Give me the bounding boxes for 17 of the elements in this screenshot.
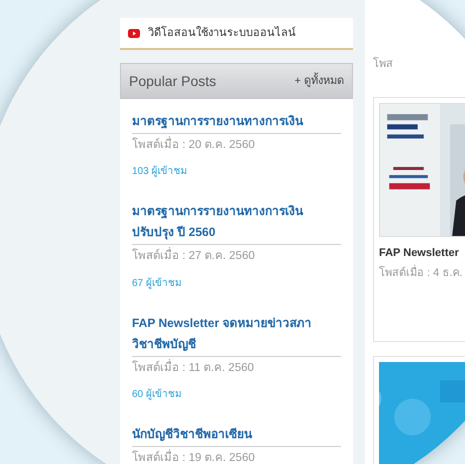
post-date: โพสต์เมื่อ : 27 ต.ค. 2560 (132, 248, 341, 266)
post-date: โพสต์เมื่อ : 20 ต.ค. 2560 (132, 137, 341, 154)
post-title[interactable]: FAP Newsletter จดหมายข่าวสภาวิชาชีพบัญชี (132, 312, 341, 356)
news-title[interactable]: FAP Newsletter (379, 244, 465, 261)
post-title[interactable]: มาตรฐานการรายงานทางการเงิน ปรับปรุง ปี 2560 (132, 201, 341, 246)
post-title[interactable]: นักบัญชีวิชาชีพอาเซียน (132, 424, 341, 447)
post-date: โพสต์เมื่อ : 11 ต.ค. 2560 (132, 360, 341, 377)
view-count: 103 ผู้เข้าชม (132, 164, 188, 180)
post-date: โพสต์เมื่อ : 19 ต.ค. 2560 (132, 450, 341, 464)
video-icon (128, 28, 140, 38)
post-date: โพส (372, 56, 394, 72)
post-title[interactable]: มาตรฐานการรายงานทางการเงิน (132, 111, 341, 134)
section-title: Popular Posts (129, 72, 216, 91)
view-count: 67 ผู้เข้าชม (132, 276, 183, 290)
view-all-link[interactable]: + ดูทั้งหมด (294, 72, 344, 90)
view-count: 60 ผู้เข้าชม (132, 388, 183, 402)
news-date: โพสต์เมื่อ : 4 ธ.ค. (379, 265, 465, 282)
